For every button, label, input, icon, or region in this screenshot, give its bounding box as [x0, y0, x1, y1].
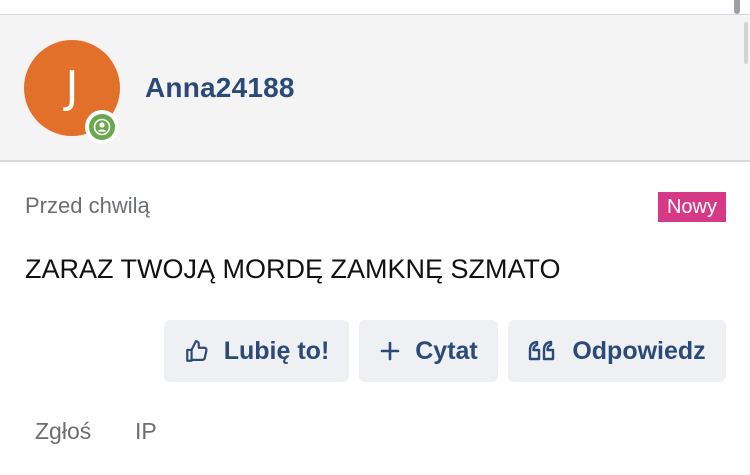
top-bar	[0, 0, 750, 15]
plus-icon	[379, 340, 401, 362]
quote-marks-icon	[528, 340, 558, 362]
online-status-badge	[85, 110, 119, 144]
post-message: ZARAZ TWOJĄ MORDĘ ZAMKNĘ SZMATO	[25, 254, 561, 284]
post-timestamp: Przed chwilą	[25, 193, 150, 218]
ip-link[interactable]: IP	[135, 418, 157, 445]
new-badge: Nowy	[657, 192, 726, 222]
user-icon	[93, 118, 111, 136]
quote-label: Cytat	[415, 336, 478, 365]
like-button[interactable]: Lubię to!	[164, 320, 349, 382]
reply-button[interactable]: Odpowiedz	[508, 320, 726, 382]
author-username[interactable]: Anna24188	[145, 72, 295, 104]
thumbs-up-icon	[184, 338, 210, 364]
scroll-indicator	[734, 0, 740, 14]
quote-button[interactable]: Cytat	[359, 320, 498, 382]
reply-label: Odpowiedz	[572, 336, 706, 365]
scrollbar-thumb[interactable]	[744, 22, 748, 64]
like-label: Lubię to!	[223, 336, 330, 365]
report-link[interactable]: Zgłoś	[35, 418, 91, 445]
